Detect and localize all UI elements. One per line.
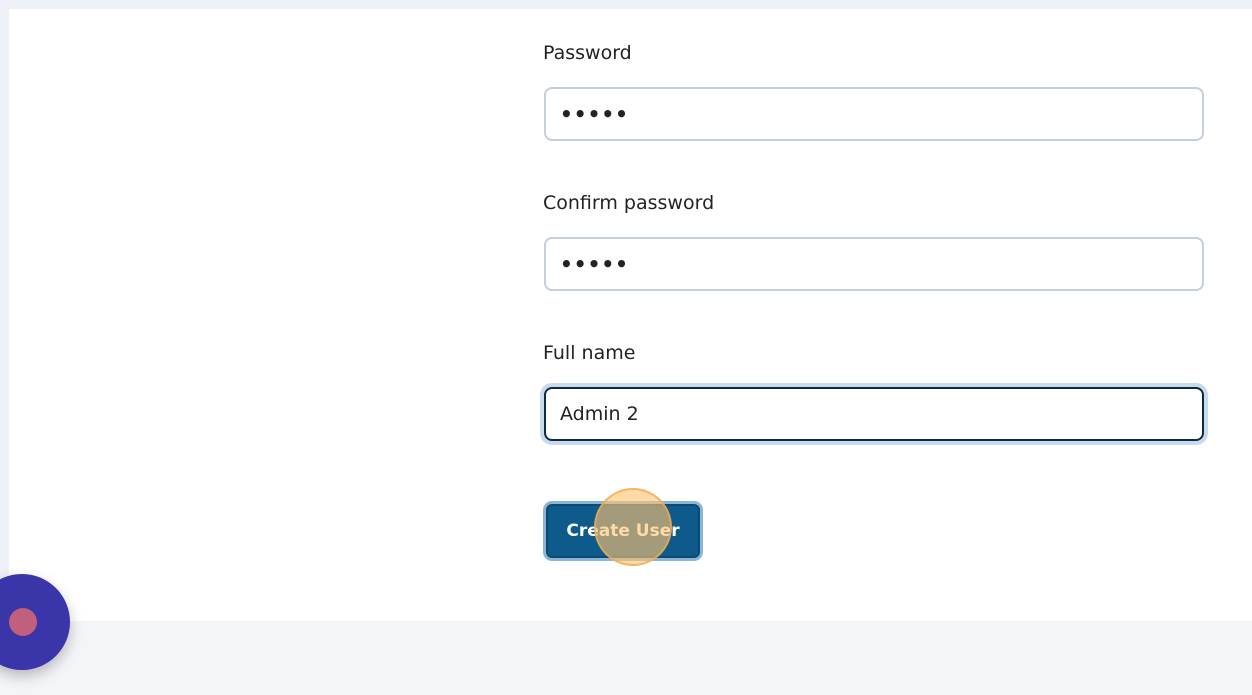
confirm-password-label: Confirm password [543, 192, 715, 214]
full-name-input[interactable]: Admin 2 [544, 387, 1204, 441]
full-name-label: Full name [543, 342, 636, 364]
chat-bubble-icon [9, 608, 37, 636]
password-input[interactable]: ••••• [544, 87, 1204, 141]
password-label: Password [543, 42, 632, 64]
create-user-button[interactable]: Create User [546, 504, 700, 558]
page-footer [0, 621, 1252, 695]
top-edge [0, 0, 1252, 9]
confirm-password-input[interactable]: ••••• [544, 237, 1204, 291]
